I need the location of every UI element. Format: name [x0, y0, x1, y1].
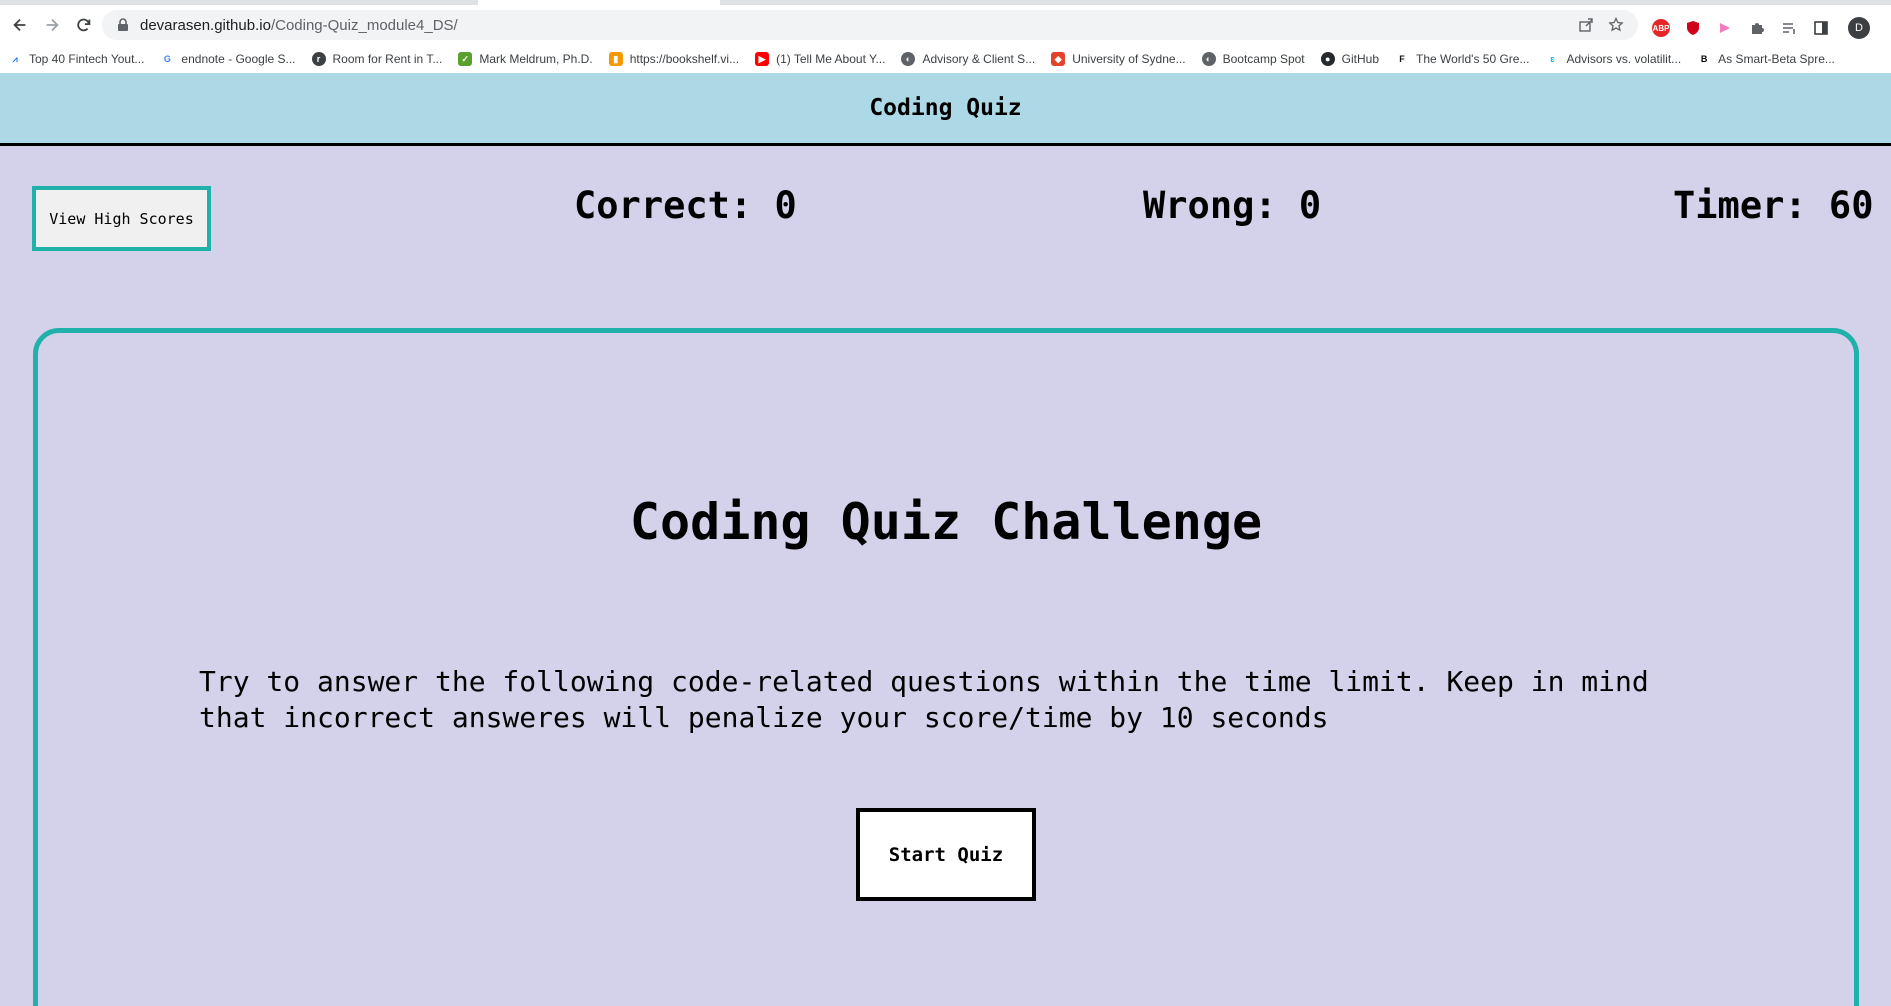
advisors-favicon-icon: ɛ [1545, 52, 1560, 66]
bookmark-item[interactable]: ◆ University of Sydne... [1051, 52, 1186, 66]
omnibox-actions [1578, 17, 1624, 33]
bookshelf-favicon-icon: ▮ [608, 52, 623, 66]
correct-count: Correct: 0 [574, 184, 797, 227]
share-icon[interactable] [1578, 17, 1594, 33]
bookmark-label: University of Sydne... [1072, 52, 1186, 66]
url-bar[interactable]: devarasen.github.io/Coding-Quiz_module4_… [102, 10, 1638, 40]
globe-favicon-icon: ◐ [1201, 52, 1216, 66]
bookmark-label: https://bookshelf.vi... [629, 52, 740, 66]
back-arrow-icon [13, 18, 26, 32]
bookmark-item[interactable]: r Room for Rent in T... [311, 52, 443, 66]
reload-button[interactable] [68, 9, 100, 41]
bookmark-label: GitHub [1341, 52, 1380, 66]
bookmark-item[interactable]: F The World's 50 Gre... [1395, 52, 1529, 66]
view-high-scores-button[interactable]: View High Scores [32, 186, 211, 251]
fortune-favicon-icon: F [1395, 52, 1410, 66]
bookmark-item[interactable]: ▮ https://bookshelf.vi... [608, 52, 740, 66]
bookmark-label: As Smart-Beta Spre... [1718, 52, 1835, 66]
bookmark-item[interactable]: ◐ Advisory & Client S... [901, 52, 1035, 66]
back-button[interactable] [4, 9, 36, 41]
site-title: Coding Quiz [869, 95, 1022, 121]
bookmark-label: The World's 50 Gre... [1416, 52, 1530, 66]
bookmarks-bar: ⩘ Top 40 Fintech Yout... Gendnote - Googl… [0, 45, 1891, 73]
site-header: Coding Quiz [0, 73, 1891, 146]
b-favicon-icon: B [1697, 52, 1712, 66]
bookmark-label: endnote - Google S... [181, 52, 296, 66]
quiz-instructions: Try to answer the following code-related… [199, 665, 1649, 734]
chart-favicon-icon: ⩘ [8, 52, 22, 66]
bookmark-item[interactable]: ◐ Bootcamp Spot [1201, 52, 1305, 66]
side-panel-icon[interactable] [1812, 19, 1830, 37]
bookmark-item[interactable]: ● GitHub [1320, 52, 1380, 66]
google-favicon-icon: G [160, 52, 175, 66]
url-path: /Coding-Quiz_module4_DS/ [270, 16, 458, 34]
profile-avatar[interactable]: D [1848, 17, 1870, 39]
wrong-count: Wrong: 0 [1143, 184, 1322, 227]
abp-icon[interactable]: ABP [1652, 19, 1670, 37]
bookmark-item[interactable]: Gendnote - Google S... [160, 52, 296, 66]
forward-arrow-icon [46, 18, 59, 32]
bookmark-label: Mark Meldrum, Ph.D. [479, 52, 593, 66]
quiz-card: Coding Quiz Challenge Try to answer the … [33, 328, 1859, 1006]
timer-display: Timer: 60 [1673, 184, 1874, 227]
address-bar-row: devarasen.github.io/Coding-Quiz_module4_… [0, 5, 1891, 45]
dots-extension-icon[interactable] [1716, 19, 1734, 37]
room-favicon-icon: r [311, 52, 326, 66]
reading-list-icon[interactable] [1780, 19, 1798, 37]
bookmark-item[interactable]: B As Smart-Beta Spre... [1697, 52, 1835, 66]
browser-chrome: devarasen.github.io/Coding-Quiz_module4_… [0, 0, 1891, 73]
bookmark-item[interactable]: ✓ Mark Meldrum, Ph.D. [458, 52, 593, 66]
quiz-heading: Coding Quiz Challenge [629, 493, 1263, 551]
url-host: devarasen.github.io [140, 16, 271, 34]
forward-button[interactable] [36, 9, 68, 41]
github-favicon-icon: ● [1320, 52, 1335, 66]
shield-icon[interactable] [1684, 19, 1702, 37]
bookmark-item[interactable]: ɛ Advisors vs. volatilit... [1545, 52, 1681, 66]
bookmark-label: Advisors vs. volatilit... [1566, 52, 1682, 66]
bookmark-label: Advisory & Client S... [922, 52, 1036, 66]
bookmark-label: Top 40 Fintech Yout... [29, 52, 145, 66]
lock-icon [118, 18, 128, 31]
globe-favicon-icon: ◐ [901, 52, 916, 66]
puzzle-icon[interactable] [1748, 19, 1766, 37]
gitlab-favicon-icon: ◆ [1051, 52, 1066, 66]
bookmark-star-icon[interactable] [1608, 17, 1624, 33]
bookmark-item[interactable]: ▶ (1) Tell Me About Y... [755, 52, 885, 66]
bookmark-label: Room for Rent in T... [332, 52, 443, 66]
bookmark-label: Bootcamp Spot [1222, 52, 1305, 66]
bookmark-item[interactable]: ⩘ Top 40 Fintech Yout... [8, 52, 144, 66]
reload-icon [77, 18, 91, 32]
bookmark-label: (1) Tell Me About Y... [776, 52, 886, 66]
youtube-favicon-icon: ▶ [755, 52, 770, 66]
extensions-row: ABP D [1652, 17, 1870, 39]
check-favicon-icon: ✓ [458, 52, 473, 66]
start-quiz-button[interactable]: Start Quiz [856, 808, 1036, 901]
